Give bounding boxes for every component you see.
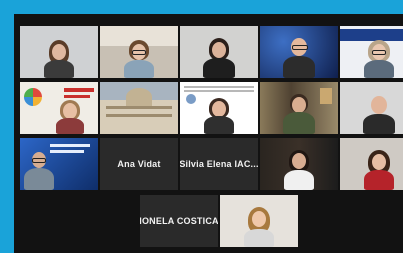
participant-tile-ionela-costica[interactable]: IONELA COSTICA <box>140 195 218 247</box>
participant-tile-8[interactable] <box>180 82 258 134</box>
participant-video <box>204 98 234 134</box>
participant-tile-17[interactable] <box>220 195 298 247</box>
participant-video <box>124 40 154 78</box>
participant-tile-silvia-elena[interactable]: Silvia Elena IAC... <box>180 138 258 190</box>
participant-video <box>24 150 54 190</box>
participant-name: IONELA COSTICA <box>140 216 218 226</box>
participant-tile-11[interactable] <box>20 138 98 190</box>
participant-video <box>44 40 74 78</box>
participant-tile-5[interactable] <box>340 26 403 78</box>
participant-video <box>203 38 235 78</box>
participant-video <box>56 100 84 134</box>
participant-video <box>364 40 394 78</box>
participant-video <box>363 94 395 134</box>
participant-video <box>283 94 315 134</box>
participant-name: Ana Vidat <box>117 159 161 169</box>
screenshot-root: { "participants": [ {"id": "p1", "kind":… <box>0 0 403 253</box>
participant-name: Silvia Elena IAC... <box>180 159 258 169</box>
participant-tile-2[interactable] <box>100 26 178 78</box>
participant-video <box>284 150 314 190</box>
participant-tile-7[interactable] <box>100 82 178 134</box>
participant-tile-6[interactable] <box>20 82 98 134</box>
participant-tile-15[interactable] <box>340 138 403 190</box>
video-gallery: Ana Vidat Silvia Elena IAC... IONELA COS… <box>14 14 403 253</box>
participant-tile-3[interactable] <box>180 26 258 78</box>
participant-tile-9[interactable] <box>260 82 338 134</box>
participant-video <box>283 36 315 78</box>
participant-video <box>364 150 394 190</box>
participant-tile-10[interactable] <box>340 82 403 134</box>
participant-video <box>244 207 274 247</box>
participant-tile-4[interactable] <box>260 26 338 78</box>
participant-tile-14[interactable] <box>260 138 338 190</box>
participant-tile-1[interactable] <box>20 26 98 78</box>
participant-tile-ana-vidat[interactable]: Ana Vidat <box>100 138 178 190</box>
